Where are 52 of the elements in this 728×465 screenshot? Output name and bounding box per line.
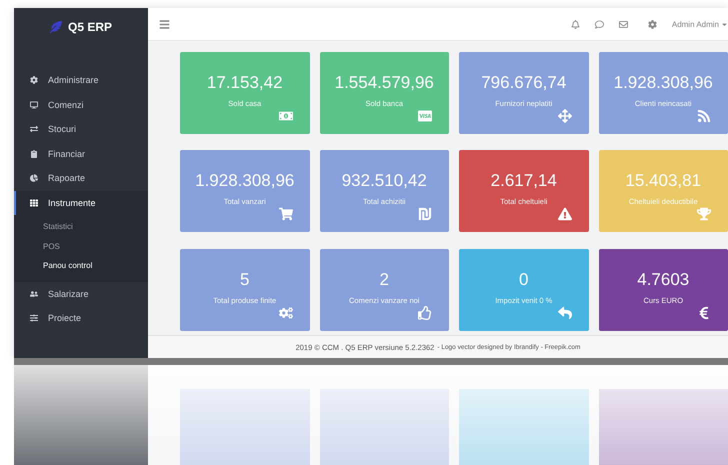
stat-value: 1.554.579,96 xyxy=(334,73,434,93)
card-icon xyxy=(418,109,432,123)
banknote-icon xyxy=(278,109,292,123)
shekel-icon xyxy=(418,207,432,222)
nav-item[interactable]: Instrumente xyxy=(14,190,148,215)
stat-value: 0 xyxy=(519,270,528,290)
warning-icon xyxy=(558,207,572,222)
stat-value: 932.510,42 xyxy=(342,171,427,192)
brand-name: Q5 ERP xyxy=(68,20,112,34)
stat-value: 4.7603 xyxy=(637,270,690,290)
sliders-icon xyxy=(30,314,38,322)
submenu-item[interactable]: Panou control xyxy=(14,256,148,276)
stat-value: 5 xyxy=(240,270,250,290)
nav-item[interactable]: Administrare xyxy=(14,68,148,92)
clipboard-icon xyxy=(30,150,38,158)
stat-value: 17.153,42 xyxy=(206,73,283,93)
caret-icon xyxy=(721,20,728,28)
pie-chart-icon xyxy=(30,174,38,182)
comment-icon[interactable] xyxy=(594,20,604,28)
stat-value: 796.676,74 xyxy=(481,73,566,93)
rss-icon xyxy=(697,109,711,123)
reply-arrow-icon xyxy=(558,306,572,320)
users-icon xyxy=(30,290,38,298)
thumbs-up-icon xyxy=(418,306,432,320)
settings-icon[interactable] xyxy=(648,20,657,28)
stat-value: 2.617,14 xyxy=(490,171,557,192)
nav-item[interactable]: Salarizare xyxy=(14,282,148,306)
arrows-icon xyxy=(30,125,38,134)
nav-item[interactable]: Rapoarte xyxy=(14,166,148,190)
stat-value: 2 xyxy=(380,270,389,290)
stat-value: 1.928.308,96 xyxy=(614,73,713,93)
logo-icon xyxy=(50,21,62,33)
submenu-item[interactable]: POS xyxy=(14,236,148,256)
trophy-icon xyxy=(697,207,711,222)
monitor-icon xyxy=(30,100,38,109)
bell-icon[interactable] xyxy=(570,20,580,28)
menu-icon[interactable] xyxy=(159,18,170,30)
cart-icon xyxy=(278,207,292,222)
nav-item[interactable]: Comenzi xyxy=(14,92,148,117)
envelope-icon[interactable] xyxy=(618,20,628,28)
grid-icon xyxy=(30,198,38,207)
nav-item[interactable]: Stocuri xyxy=(14,117,148,142)
euro-icon xyxy=(697,306,711,320)
nav-item[interactable]: Proiecte xyxy=(14,306,148,330)
submenu-item[interactable]: Statistici xyxy=(14,217,148,236)
stat-value: 1.928.308,96 xyxy=(195,171,294,192)
gear-icon xyxy=(30,76,38,84)
stat-value: 15.403,81 xyxy=(625,171,702,192)
nav-item[interactable]: Financiar xyxy=(14,142,148,166)
gears-icon xyxy=(278,306,292,320)
user-menu[interactable]: Admin Admin xyxy=(672,20,728,28)
move-arrows-icon xyxy=(558,109,572,123)
